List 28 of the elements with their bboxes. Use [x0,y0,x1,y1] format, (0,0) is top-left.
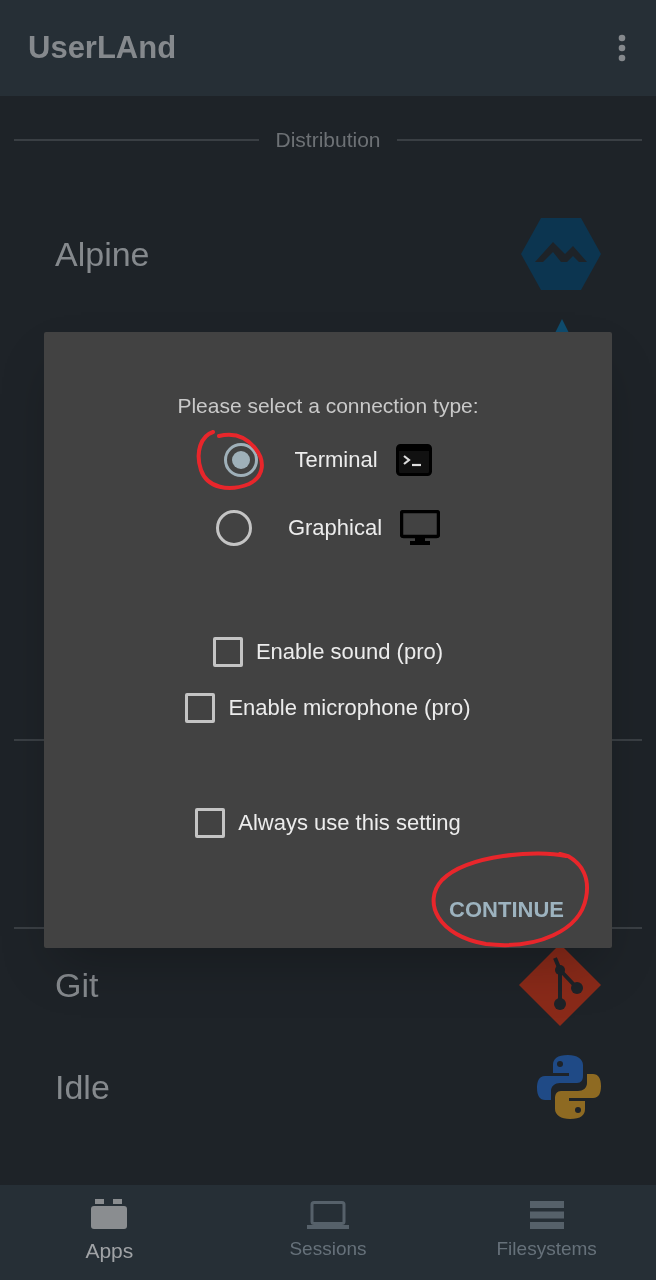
radio-label[interactable]: Graphical [287,511,383,544]
nav-tab[interactable]: Sessions [218,1185,438,1280]
more-options-icon[interactable] [618,34,626,62]
checkbox[interactable] [185,692,216,723]
radio-button[interactable] [224,442,259,477]
continue-button[interactable]: CONTINUE [441,888,572,930]
terminal-icon [395,443,432,476]
box-icon [91,1198,128,1229]
monitor-icon [400,509,441,546]
hexagon-mountain-icon [521,218,601,290]
app-name[interactable]: Git [55,959,99,1011]
nav-tab[interactable]: Apps [0,1185,219,1280]
distribution-name[interactable]: Alpine [55,228,150,280]
radio-button[interactable] [215,509,252,546]
nav-tab[interactable]: Filesystems [437,1185,656,1280]
snake-logo-icon [537,1055,601,1119]
section-header: Distribution [275,127,381,154]
server-stack-icon [529,1201,564,1230]
checkbox-label[interactable]: Enable microphone (pro) [228,691,471,724]
laptop-icon [307,1201,349,1230]
radio-label[interactable]: Terminal [294,443,378,476]
checkbox[interactable] [212,636,243,667]
app-name[interactable]: Idle [55,1061,110,1113]
dialog-prompt: Please select a connection type: [177,393,479,419]
checkbox[interactable] [195,807,226,838]
checkbox-label[interactable]: Always use this setting [238,806,461,839]
app-title: UserLAnd [28,28,177,67]
checkbox-label[interactable]: Enable sound (pro) [255,635,444,668]
